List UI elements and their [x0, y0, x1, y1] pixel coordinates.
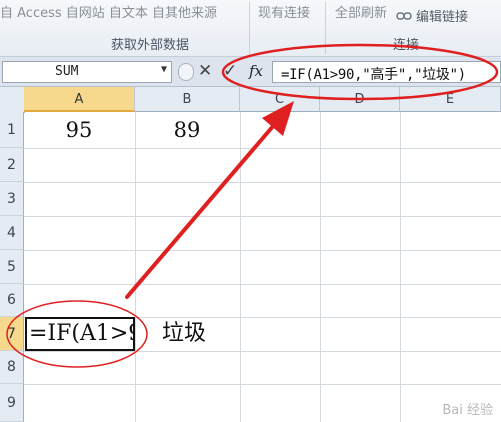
watermark: Bai 经验 — [442, 403, 493, 418]
row-header-3[interactable]: 3 — [0, 182, 24, 216]
existing-connections-button[interactable]: 现有连接 — [258, 2, 310, 21]
row-header-6[interactable]: 6 — [0, 284, 24, 317]
row-header-1[interactable]: 1 — [0, 112, 24, 148]
cell-b7[interactable]: 垃圾 — [162, 317, 206, 351]
gridline — [24, 250, 501, 251]
gridline — [24, 384, 501, 385]
ribbon: 自 Access 自网站 自文本 自其他来源 现有连接 全部刷新 编辑链接 获取… — [0, 0, 501, 57]
cell-a7-active[interactable]: =IF(A1>9 — [25, 317, 135, 351]
edit-links-button[interactable]: 编辑链接 — [396, 6, 468, 25]
group-label-connections: 连接 — [393, 38, 420, 53]
formula-bar: SUM ▼ ✕ ✓ fx =IF(A1>90,"高手","垃圾") — [0, 57, 501, 87]
formula-bar-resize-handle[interactable] — [178, 63, 194, 81]
column-header-d[interactable]: D — [320, 87, 400, 112]
edit-links-label: 编辑链接 — [416, 10, 469, 25]
select-all-corner[interactable] — [0, 87, 25, 113]
refresh-all-button[interactable]: 全部刷新 — [335, 2, 387, 21]
row-header-2[interactable]: 2 — [0, 148, 24, 182]
gridline — [24, 284, 501, 285]
spreadsheet-grid: A B C D E 1 2 3 4 5 6 7 8 9 95 89 =IF(A1… — [0, 87, 501, 422]
gridline — [24, 216, 501, 217]
chevron-down-icon[interactable]: ▼ — [161, 64, 167, 75]
formula-text: =IF(A1>90,"高手","垃圾") — [281, 67, 466, 83]
ribbon-get-data-buttons-label[interactable]: 自 Access 自网站 自文本 自其他来源 — [0, 2, 217, 21]
column-header-e[interactable]: E — [400, 87, 501, 112]
gridline — [24, 182, 501, 183]
column-header-b[interactable]: B — [135, 87, 240, 112]
group-label-external-data: 获取外部数据 — [111, 38, 190, 53]
enter-button[interactable]: ✓ — [223, 61, 237, 81]
gridline — [400, 112, 401, 422]
row-header-9[interactable]: 9 — [0, 384, 24, 422]
ribbon-separator — [249, 2, 250, 54]
gridline — [24, 148, 501, 149]
name-box-value: SUM — [55, 64, 79, 79]
link-icon — [396, 11, 412, 20]
row-header-8[interactable]: 8 — [0, 351, 24, 384]
column-header-a[interactable]: A — [24, 87, 135, 112]
cell-b1[interactable]: 89 — [135, 112, 239, 148]
insert-function-button[interactable]: fx — [249, 62, 263, 80]
column-header-c[interactable]: C — [240, 87, 320, 112]
cell-a1[interactable]: 95 — [24, 112, 134, 148]
name-box[interactable]: SUM ▼ — [2, 61, 172, 83]
gridline — [320, 112, 321, 422]
ribbon-separator — [325, 2, 326, 54]
gridline — [24, 351, 501, 352]
row-header-4[interactable]: 4 — [0, 216, 24, 250]
row-header-7[interactable]: 7 — [0, 317, 24, 351]
cancel-button[interactable]: ✕ — [198, 61, 212, 81]
gridline — [135, 112, 136, 422]
row-header-5[interactable]: 5 — [0, 250, 24, 284]
gridline — [240, 112, 241, 422]
formula-input[interactable]: =IF(A1>90,"高手","垃圾") — [272, 61, 501, 83]
